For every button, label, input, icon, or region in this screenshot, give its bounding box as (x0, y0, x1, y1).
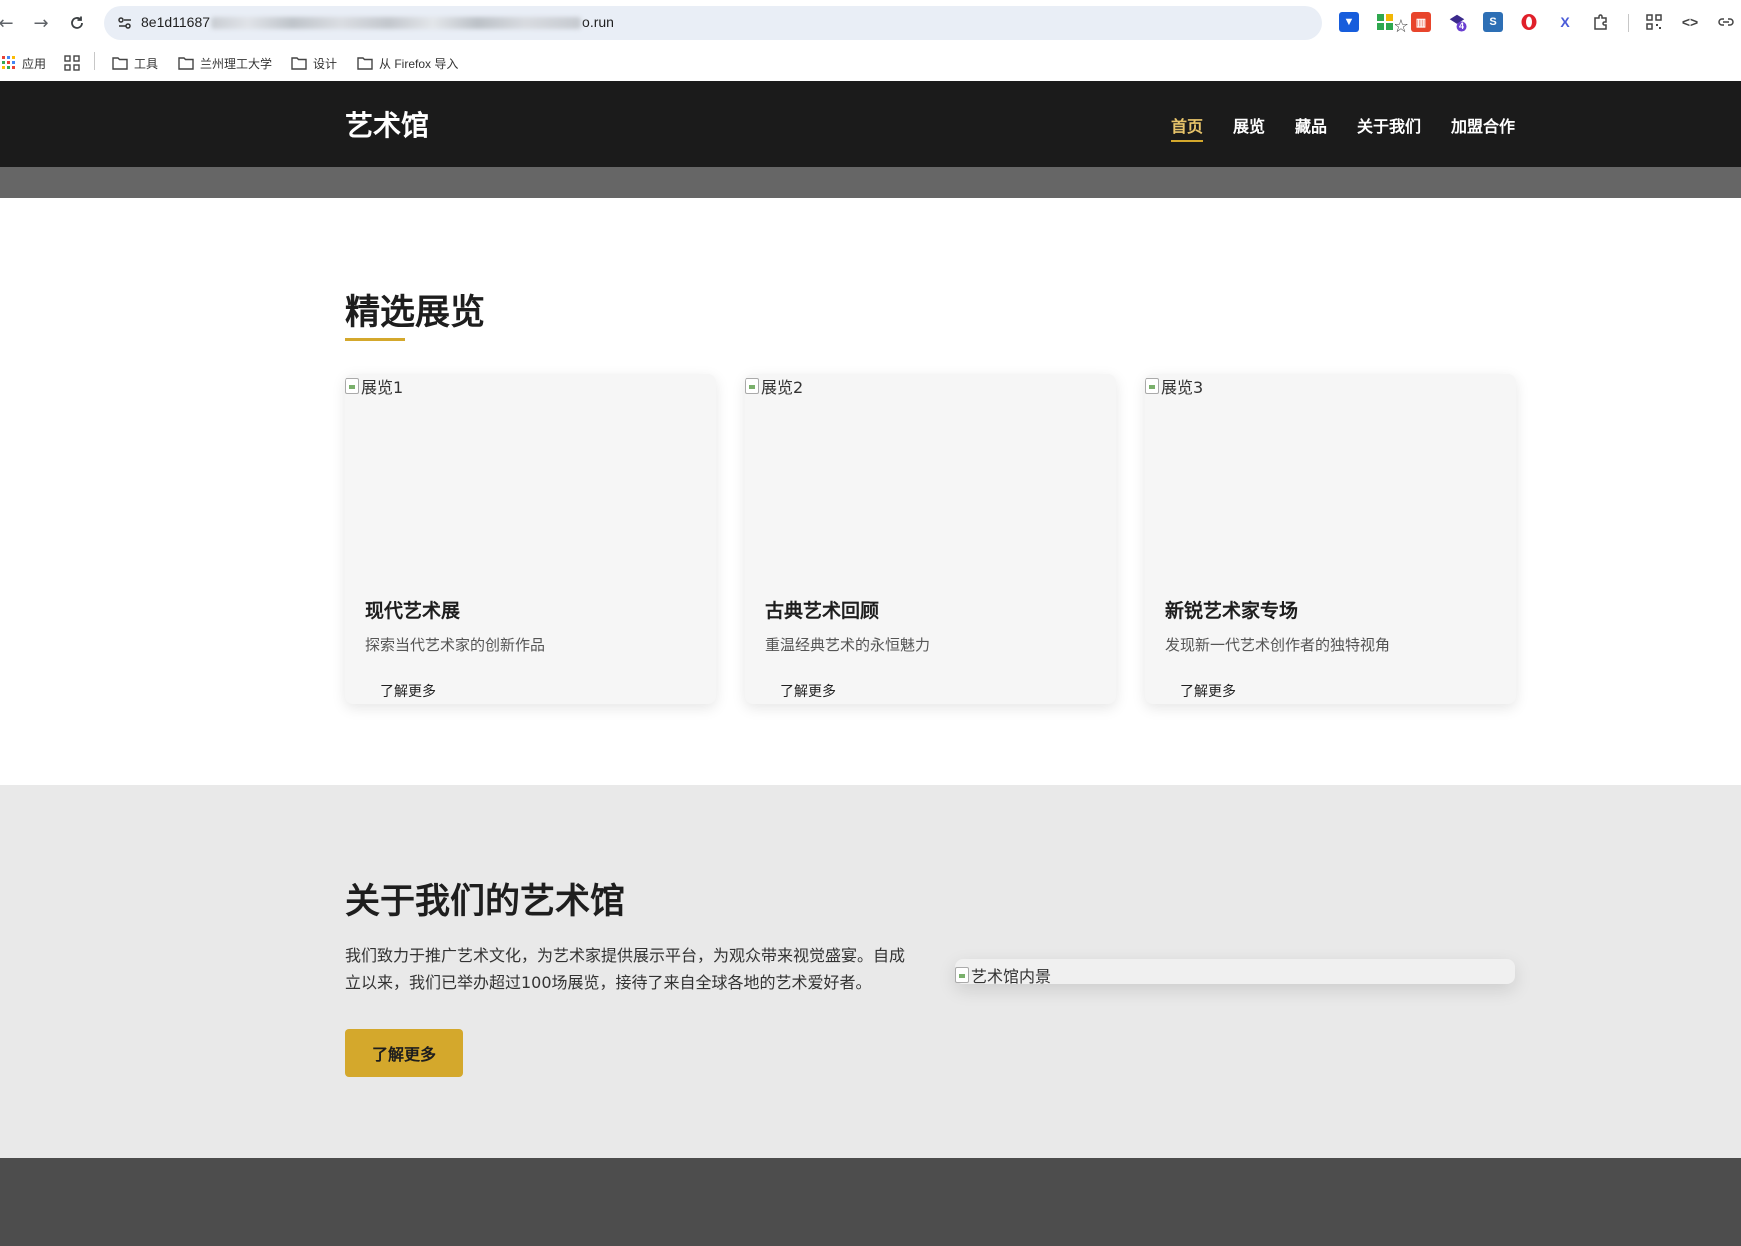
reload-icon[interactable] (65, 11, 89, 35)
image-alt-text: 展览1 (361, 378, 404, 397)
hero-banner (0, 167, 1741, 198)
translate-extension-icon[interactable]: X (1555, 12, 1575, 32)
folder-icon (357, 57, 373, 70)
bookmark-label: 应用 (22, 56, 47, 71)
broken-image-icon (1145, 378, 1159, 394)
featured-title: 精选展览 (345, 292, 486, 333)
extension-badge-count: 4 (1459, 21, 1465, 31)
bookmark-folder-firefox[interactable]: 从 Firefox 导入 (357, 53, 458, 73)
exhibition-image: 展览3 (1145, 374, 1516, 579)
apps-grid-icon (2, 56, 15, 69)
nav-about[interactable]: 关于我们 (1357, 113, 1421, 137)
learn-more-link[interactable]: 了解更多 (780, 681, 836, 701)
card-title: 新锐艺术家专场 (1165, 600, 1299, 622)
bookmark-label: 从 Firefox 导入 (379, 56, 459, 71)
exhibition-card[interactable]: 展览2 古典艺术回顾 重温经典艺术的永恒魅力 了解更多 (745, 374, 1116, 704)
nav-home[interactable]: 首页 (1171, 113, 1204, 142)
exhibition-card[interactable]: 展览1 现代艺术展 探索当代艺术家的创新作品 了解更多 (345, 374, 716, 704)
exhibition-image: 展览2 (745, 374, 1116, 579)
learn-more-link[interactable]: 了解更多 (380, 681, 436, 701)
card-title: 古典艺术回顾 (765, 600, 880, 622)
nav-partnership[interactable]: 加盟合作 (1451, 113, 1515, 137)
about-description: 我们致力于推广艺术文化，为艺术家提供展示平台，为观众带来视觉盛宴。自成立以来，我… (345, 946, 906, 992)
about-title: 关于我们的艺术馆 (345, 881, 626, 922)
folder-icon (112, 57, 128, 70)
toolbar-divider (1628, 14, 1629, 32)
link-icon[interactable] (1716, 12, 1736, 32)
extension-badge-icon[interactable]: 4 (1447, 12, 1467, 32)
folder-icon (178, 57, 194, 70)
broken-image-icon (955, 967, 969, 983)
exhibition-card[interactable]: 展览3 新锐艺术家专场 发现新一代艺术创作者的独特视角 了解更多 (1145, 374, 1516, 704)
devtools-code-icon[interactable]: <> (1680, 12, 1700, 32)
card-description: 重温经典艺术的永恒魅力 (765, 636, 931, 654)
url-suffix: o.run (582, 14, 614, 30)
bitwarden-icon[interactable]: ▼ (1339, 12, 1359, 32)
about-section: 关于我们的艺术馆 我们致力于推广艺术文化，为艺术家提供展示平台，为观众带来视觉盛… (0, 785, 1741, 1158)
card-description: 探索当代艺术家的创新作品 (365, 636, 546, 654)
qr-code-icon[interactable] (1644, 12, 1664, 32)
bookmark-label: 工具 (134, 56, 159, 71)
bookmark-label: 兰州理工大学 (200, 56, 273, 71)
url-redacted (211, 17, 582, 30)
title-underline (345, 338, 405, 341)
nav-exhibitions[interactable]: 展览 (1233, 113, 1265, 137)
folder-icon (291, 57, 307, 70)
site-header: 艺术馆 首页 展览 藏品 关于我们 加盟合作 (0, 81, 1741, 167)
featured-section: 精选展览 展览1 现代艺术展 探索当代艺术家的创新作品 了解更多 展览2 古典艺… (0, 198, 1741, 785)
opera-extension-icon[interactable] (1519, 12, 1539, 32)
about-learn-more-button[interactable]: 了解更多 (345, 1029, 463, 1077)
url-text: 8e1d11687 o.run (141, 14, 614, 30)
bookmark-folder-university[interactable]: 兰州理工大学 (178, 53, 272, 73)
back-icon[interactable]: ← (0, 11, 18, 35)
image-alt-text: 展览3 (1161, 378, 1204, 397)
address-bar[interactable]: 8e1d11687 o.run ☆ (104, 6, 1409, 40)
bookmarks-bar: 应用 工具 兰州理工大学 设计 从 Firefox 导入 (0, 46, 1741, 81)
site-settings-icon[interactable] (116, 14, 134, 32)
broken-image-icon (345, 378, 359, 394)
bookmark-folder-design[interactable]: 设计 (291, 53, 337, 73)
bookmark-label: 设计 (313, 56, 338, 71)
image-alt-text: 艺术馆内景 (971, 967, 1052, 986)
exhibition-image: 展览1 (345, 374, 716, 579)
card-title: 现代艺术展 (365, 600, 461, 622)
broken-image-icon (745, 378, 759, 394)
learn-more-link[interactable]: 了解更多 (1180, 681, 1236, 701)
bookmark-apps[interactable]: 应用 (2, 53, 46, 73)
url-prefix: 8e1d11687 (141, 14, 211, 30)
browser-toolbar: ← → 8e1d11687 o.run ☆ ▼ ▥ 4 S X <> (0, 0, 1741, 46)
forward-icon[interactable]: → (29, 11, 53, 35)
gallery-interior-image: 艺术馆内景 (955, 959, 1515, 986)
extensions-puzzle-icon[interactable] (1591, 12, 1611, 32)
image-alt-text: 展览2 (761, 378, 804, 397)
bookmarks-divider (94, 52, 95, 70)
chart-extension-icon[interactable]: ▥ (1411, 12, 1431, 32)
browser-chrome: ← → 8e1d11687 o.run ☆ ▼ ▥ 4 S X <> 应用 工具… (0, 0, 1741, 81)
bookmark-folder-tools[interactable]: 工具 (112, 53, 158, 73)
tab-groups-icon[interactable] (64, 53, 86, 73)
main-nav: 首页 展览 藏品 关于我们 加盟合作 (0, 113, 1741, 143)
nav-collections[interactable]: 藏品 (1295, 113, 1327, 137)
card-description: 发现新一代艺术创作者的独特视角 (1165, 636, 1391, 654)
qr-extension-icon[interactable] (1375, 12, 1395, 32)
site-footer (0, 1158, 1741, 1246)
s-extension-icon[interactable]: S (1483, 12, 1503, 32)
